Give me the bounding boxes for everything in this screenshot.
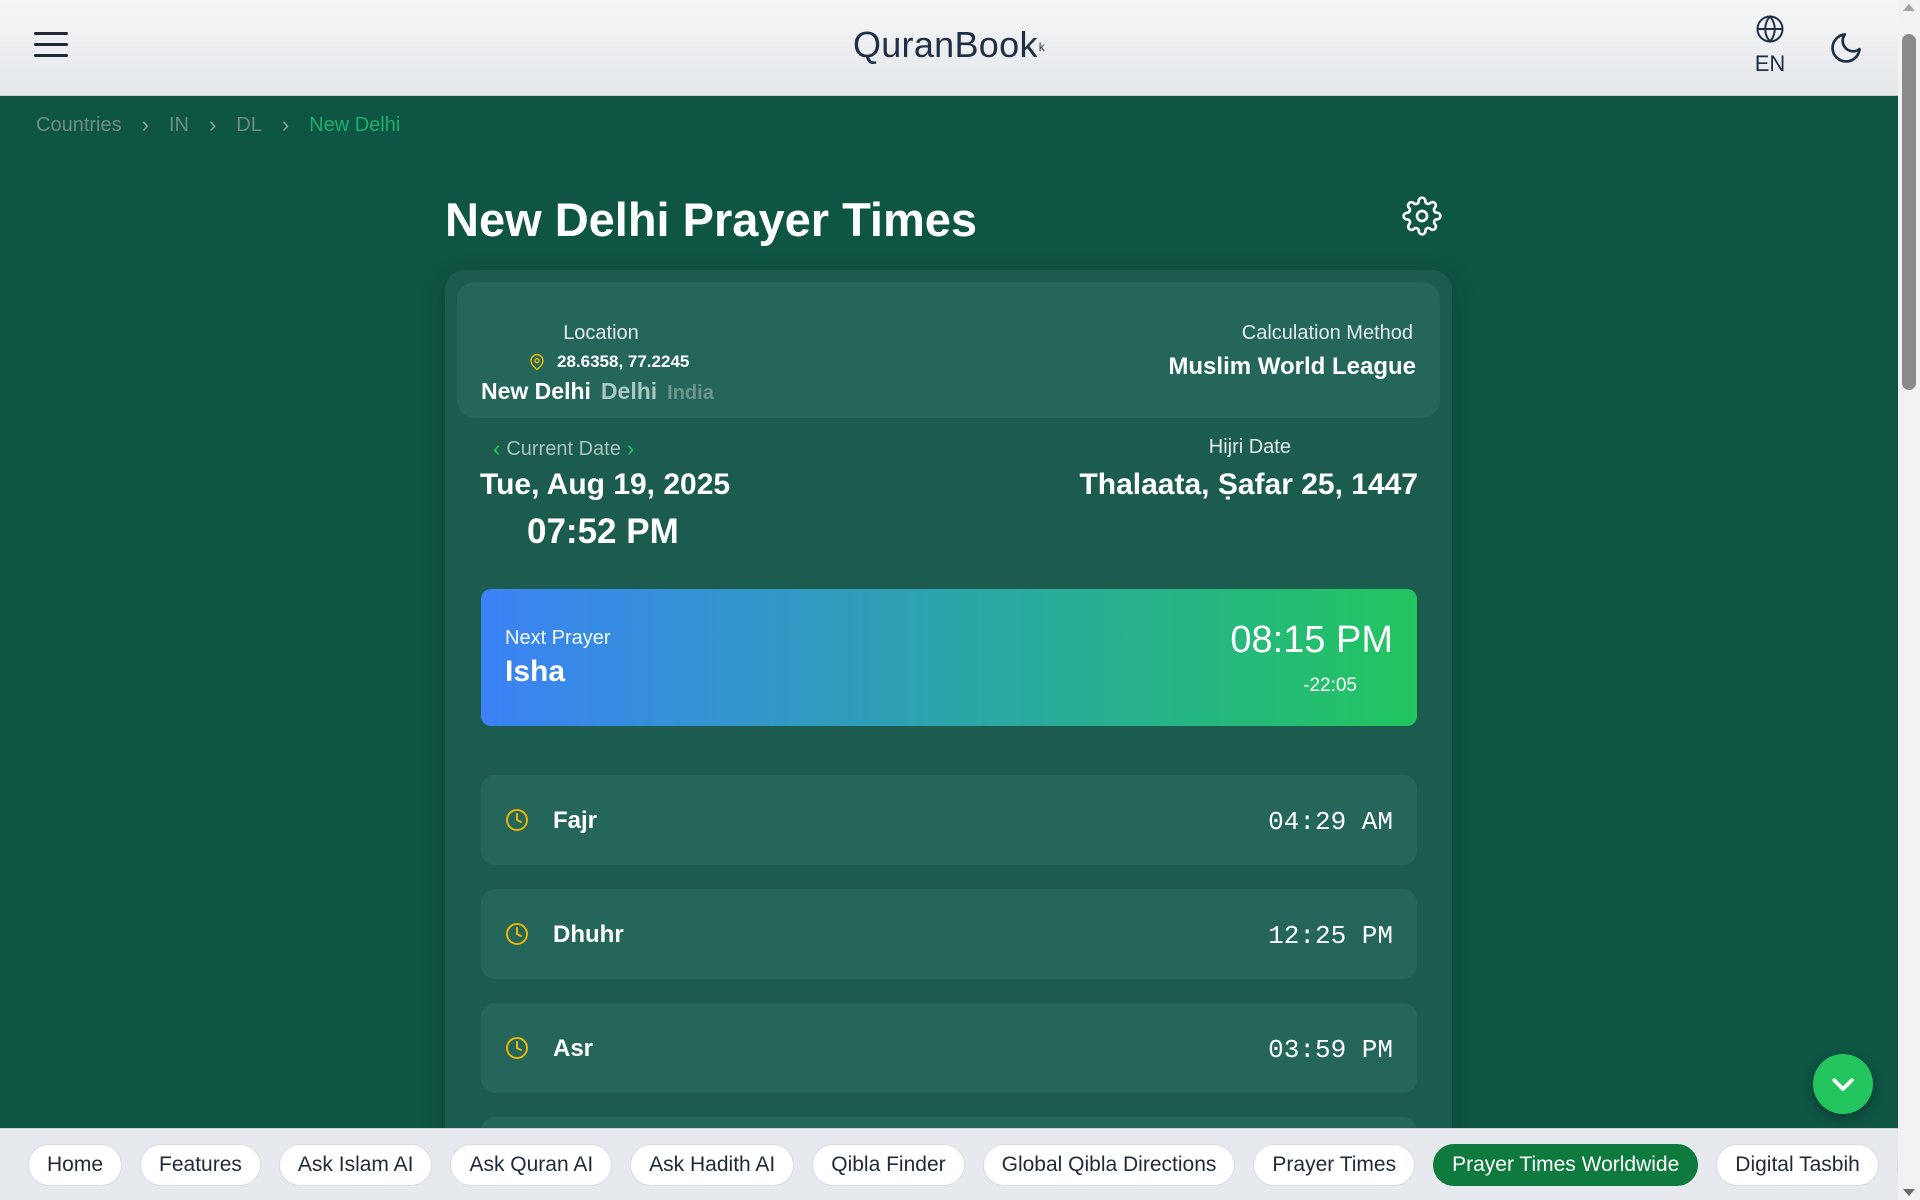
next-prayer-countdown: -22:05 <box>1303 675 1357 696</box>
coordinates-value: 28.6358, 77.2245 <box>557 352 690 371</box>
prayer-row-asr[interactable]: Asr 03:59 PM <box>481 1003 1417 1093</box>
prayer-time: 03:59 PM <box>1268 1035 1393 1065</box>
theme-toggle-button[interactable] <box>1828 30 1864 66</box>
map-pin-icon <box>530 353 544 371</box>
nav-prayer-times-worldwide[interactable]: Prayer Times Worldwide <box>1433 1143 1699 1186</box>
page-title: New Delhi Prayer Times <box>445 193 978 246</box>
moon-icon <box>1831 33 1861 63</box>
prayer-time: 04:29 AM <box>1268 807 1393 837</box>
language-code: EN <box>1754 51 1786 76</box>
previous-date-button[interactable]: ‹ <box>487 436 506 462</box>
prayer-name: Fajr <box>553 807 598 834</box>
nav-ask-quran-ai[interactable]: Ask Quran AI <box>450 1143 613 1186</box>
nav-digital-tasbih[interactable]: Digital Tasbih <box>1716 1143 1879 1186</box>
brand-name: QuranBook <box>852 24 1038 65</box>
bottom-nav: Home Features Ask Islam AI Ask Quran AI … <box>0 1128 1898 1200</box>
prayer-name: Asr <box>553 1035 594 1062</box>
globe-icon <box>1756 14 1784 44</box>
language-button[interactable]: EN <box>1752 14 1788 77</box>
coordinates: 28.6358, 77.2245 <box>529 352 689 372</box>
location-region: Delhi <box>600 378 658 404</box>
nav-qibla-finder[interactable]: Qibla Finder <box>812 1143 965 1186</box>
chevron-right-icon: › <box>141 112 149 137</box>
scroll-down-arrow[interactable] <box>1903 1189 1915 1196</box>
clock-icon <box>506 809 528 831</box>
nav-global-qibla-directions[interactable]: Global Qibla Directions <box>982 1143 1236 1186</box>
current-date: Tue, Aug 19, 2025 <box>480 468 731 501</box>
gear-icon <box>1402 196 1442 236</box>
chevron-right-icon: › <box>208 112 217 137</box>
nav-home[interactable]: Home <box>28 1143 123 1186</box>
nav-ask-islam-ai[interactable]: Ask Islam AI <box>278 1143 433 1186</box>
chevron-right-icon: › <box>281 112 290 137</box>
prayer-row-fajr[interactable]: Fajr 04:29 AM <box>481 775 1417 865</box>
location-country: India <box>667 382 714 404</box>
next-prayer-time: 08:15 PM <box>1230 619 1393 661</box>
location-city: New Delhi <box>481 378 591 404</box>
scroll-down-button[interactable] <box>1813 1054 1873 1114</box>
breadcrumb-countries[interactable]: Countries <box>36 114 122 137</box>
breadcrumb-country[interactable]: IN <box>169 114 189 137</box>
page-scrollbar[interactable] <box>1898 0 1920 1200</box>
scroll-up-arrow[interactable] <box>1903 4 1915 11</box>
settings-button[interactable] <box>1402 196 1442 236</box>
nav-prayer-times[interactable]: Prayer Times <box>1253 1143 1416 1186</box>
prayer-times-card: Location 28.6358, 77.2245 New Delhi Delhi… <box>445 270 1452 1200</box>
breadcrumb-state[interactable]: DL <box>236 114 262 137</box>
calculation-method-value: Muslim World League <box>1168 353 1416 380</box>
hijri-date: Thalaata, Ṣafar 25, 1447 <box>1079 468 1418 501</box>
nav-features[interactable]: Features <box>140 1143 261 1186</box>
location-names: New Delhi Delhi India <box>481 378 714 405</box>
prayer-time: 12:25 PM <box>1268 921 1393 951</box>
date-navigator: ‹ Current Date › <box>487 436 640 462</box>
top-header: QuranBookk EN <box>0 0 1898 96</box>
location-panel: Location 28.6358, 77.2245 New Delhi Delhi… <box>457 282 1440 418</box>
chevron-down-icon <box>1832 1078 1854 1091</box>
current-date-label: Current Date <box>506 437 621 460</box>
breadcrumb: Countries › IN › DL › New Delhi <box>36 112 400 138</box>
clock-icon <box>506 1037 528 1059</box>
next-prayer-name: Isha <box>505 655 566 688</box>
brand-mark: k <box>1038 40 1046 55</box>
location-label: Location <box>563 322 639 344</box>
next-prayer-banner: Next Prayer Isha 08:15 PM -22:05 <box>481 589 1417 726</box>
prayer-name: Dhuhr <box>553 921 624 948</box>
prayer-row-dhuhr[interactable]: Dhuhr 12:25 PM <box>481 889 1417 979</box>
next-prayer-label: Next Prayer <box>505 627 611 649</box>
clock-icon <box>506 923 528 945</box>
next-date-button[interactable]: › <box>621 436 640 462</box>
brand-logo[interactable]: QuranBookk <box>0 24 1898 66</box>
current-time: 07:52 PM <box>527 512 679 551</box>
nav-ask-hadith-ai[interactable]: Ask Hadith AI <box>630 1143 795 1186</box>
nav-more[interactable] <box>1896 1143 1898 1186</box>
hijri-date-label: Hijri Date <box>1208 436 1291 458</box>
calculation-method-label: Calculation Method <box>1241 322 1413 344</box>
breadcrumb-current: New Delhi <box>309 113 401 136</box>
scroll-thumb[interactable] <box>1902 34 1916 390</box>
